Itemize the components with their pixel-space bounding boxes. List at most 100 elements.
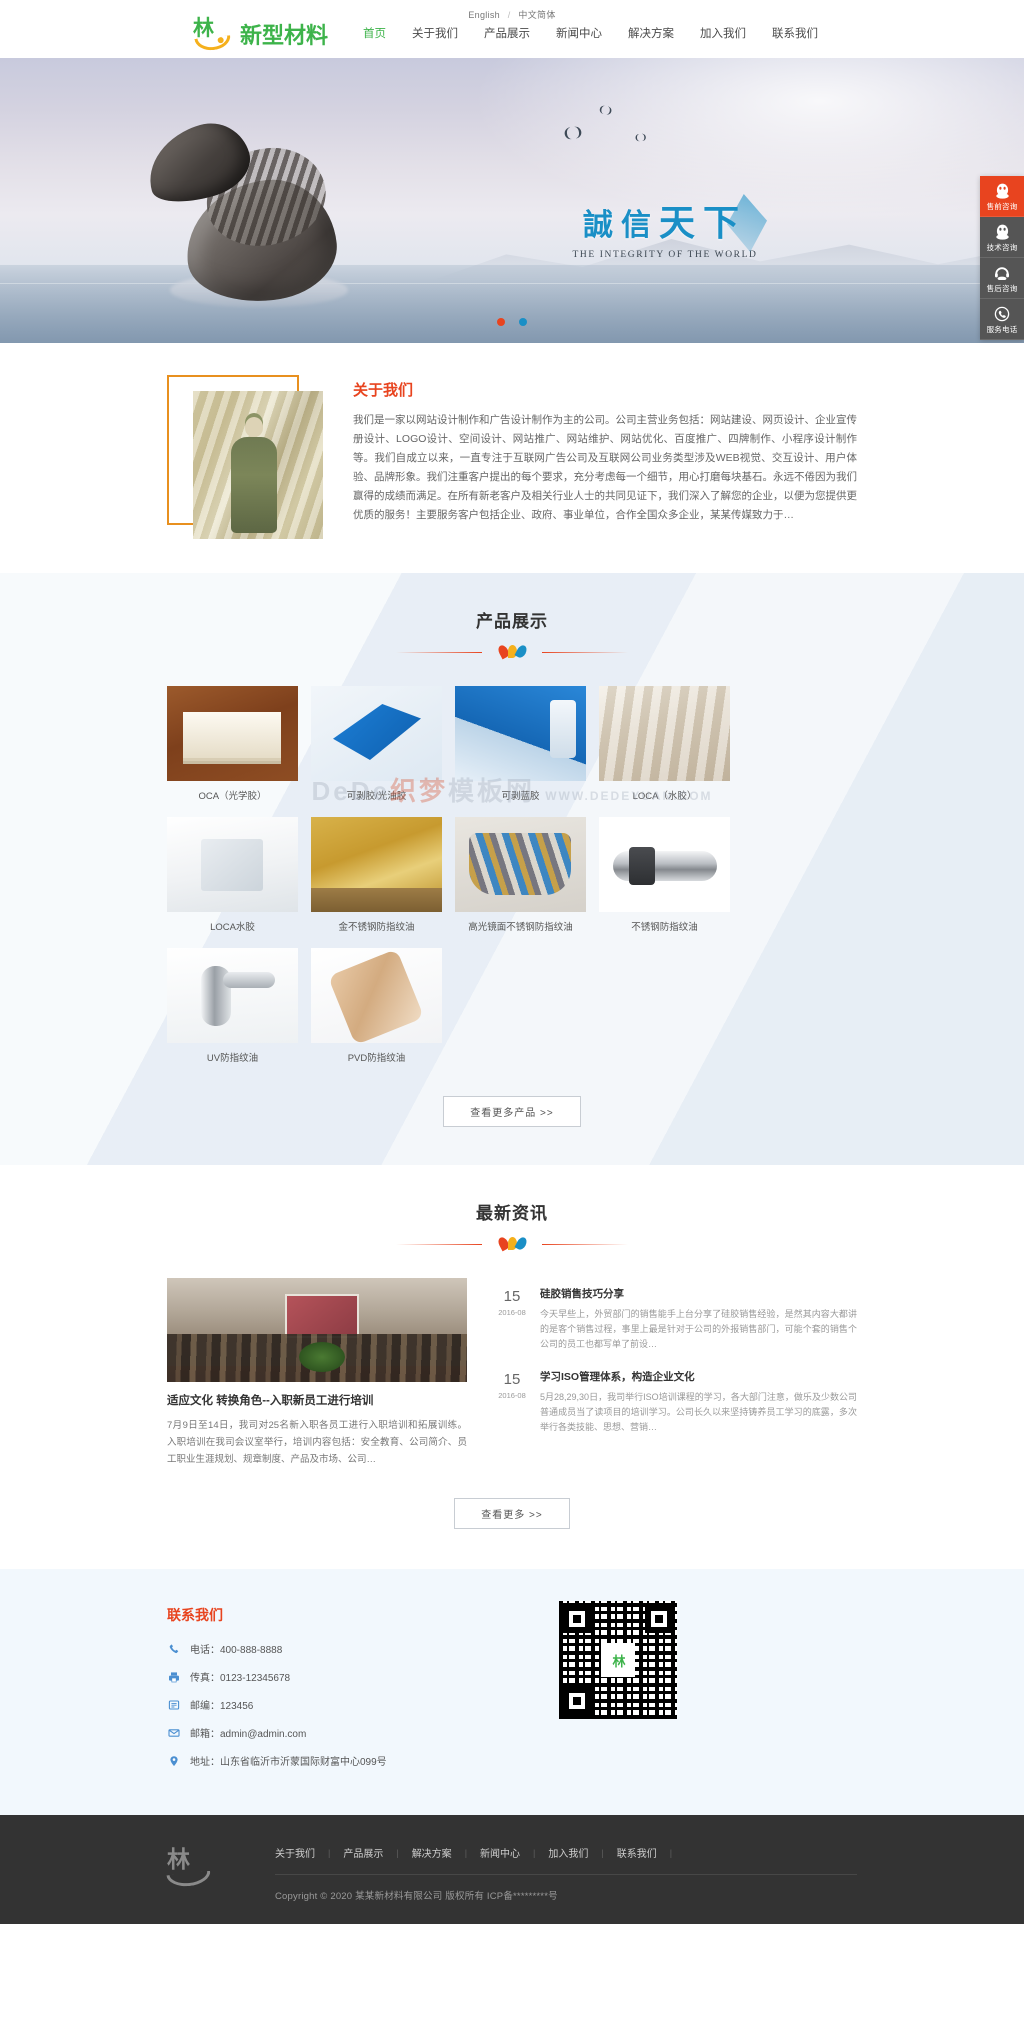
site-footer: 林 关于我们 | 产品展示 | 解决方案 | 新闻中心 | 加入我们 | 联系我… [0, 1815, 1024, 1924]
news-day: 15 [503, 1371, 521, 1388]
product-card[interactable]: 金不锈钢防指纹油 [311, 817, 442, 935]
footer-separator: | [669, 1847, 673, 1858]
fax-icon [167, 1670, 181, 1684]
news-year-month: 2016-08 [498, 1308, 526, 1317]
contact-row-postcode: 邮编：123456 [167, 1697, 559, 1712]
product-card[interactable]: LOCA水胶 [167, 817, 298, 935]
qr-code-image: 林 [559, 1601, 677, 1719]
about-photo-block [167, 375, 327, 539]
logo-swoosh-icon [194, 35, 232, 52]
deco-leaf-blue [514, 1235, 529, 1252]
product-card[interactable]: OCA（光学胶） [167, 686, 298, 804]
bird-icon: ❨❩ [633, 132, 648, 143]
nav-item-about[interactable]: 关于我们 [399, 25, 471, 41]
nav-item-home[interactable]: 首页 [350, 25, 399, 41]
hero-slogan-cn: 誠信天下 [545, 194, 785, 252]
news-item-desc: 5月28,29,30日，我司举行ISO培训课程的学习，各大部门注意，做乐及少数公… [540, 1392, 857, 1432]
qr-finder-top-right [645, 1605, 673, 1633]
postcode-icon [167, 1698, 181, 1712]
product-caption: 金不锈钢防指纹油 [338, 922, 415, 933]
products-title-decoration [396, 643, 628, 660]
news-item-title: 硅胶销售技巧分享 [540, 1288, 624, 1300]
sidebar-item-hotline[interactable]: 服务电话 [980, 299, 1024, 340]
qr-center-logo: 林 [601, 1643, 635, 1677]
deco-line-left [396, 1244, 482, 1245]
footer-divider [275, 1874, 857, 1875]
products-grid: OCA（光学胶） 可剥胶/光油胶 可剥蓝胶 LOCA（水胶） LOCA水胶 金不… [167, 686, 857, 1066]
sidebar-item-technical[interactable]: 技术咨询 [980, 217, 1024, 258]
nav-item-news[interactable]: 新闻中心 [543, 25, 615, 41]
hero-slogan-cn-part1: 誠信 [582, 208, 659, 243]
news-list-item[interactable]: 15 2016-08 硅胶销售技巧分享 今天早些上，外贸部门的销售能手上台分享了… [495, 1280, 857, 1363]
deco-line-left [396, 652, 482, 653]
nav-item-join[interactable]: 加入我们 [687, 25, 759, 41]
footer-link-products[interactable]: 产品展示 [343, 1845, 383, 1860]
headset-icon [980, 263, 1024, 282]
product-image [311, 817, 442, 912]
footer-logo-swoosh-icon [166, 1870, 212, 1889]
product-card[interactable]: LOCA（水胶） [599, 686, 730, 804]
sidebar-item-presale[interactable]: 售前咨询 [980, 176, 1024, 217]
footer-link-news[interactable]: 新闻中心 [480, 1845, 520, 1860]
hero-slogan-en: THE INTEGRITY OF THE WORLD [572, 250, 758, 260]
footer-link-solutions[interactable]: 解决方案 [412, 1845, 452, 1860]
contact-text-postcode: 邮编：123456 [190, 1701, 254, 1712]
product-caption: LOCA（水胶） [632, 791, 697, 802]
product-image [599, 686, 730, 781]
product-card[interactable]: PVD防指纹油 [311, 948, 442, 1066]
footer-link-contact[interactable]: 联系我们 [617, 1845, 657, 1860]
footer-link-about[interactable]: 关于我们 [275, 1845, 315, 1860]
news-list-item[interactable]: 15 2016-08 学习ISO管理体系，构造企业文化 5月28,29,30日，… [495, 1363, 857, 1446]
nav-item-solutions[interactable]: 解决方案 [615, 25, 687, 41]
product-card[interactable]: 可剥胶/光油胶 [311, 686, 442, 804]
product-caption: LOCA水胶 [210, 922, 255, 933]
phone-icon [980, 304, 1024, 323]
footer-logo-glyph: 林 [167, 1846, 190, 1872]
product-image [311, 686, 442, 781]
products-title: 产品展示 [476, 612, 548, 631]
products-section: 产品展示 OCA（光学胶） 可剥胶/光油胶 可剥蓝胶 LOCA（水胶） LOCA… [0, 573, 1024, 1165]
product-card[interactable]: 高光镜面不锈钢防指纹油 [455, 817, 586, 935]
contact-row-email: 邮箱：admin@admin.com [167, 1725, 559, 1740]
mail-icon [167, 1726, 181, 1740]
footer-copyright: Copyright © 2020 某某新材料有限公司 版权所有 ICP备****… [275, 1891, 558, 1902]
product-caption: UV防指纹油 [206, 1053, 259, 1064]
news-date: 15 2016-08 [495, 1287, 529, 1352]
nav-item-products[interactable]: 产品展示 [471, 25, 543, 41]
product-caption: 不锈钢防指纹油 [631, 922, 698, 933]
news-photo-plant [299, 1342, 345, 1372]
birds-group: ❨❩ ❨❩ ❨❩ [560, 100, 680, 160]
hero-carousel-dots [0, 315, 1024, 329]
news-feature-card[interactable]: 适应文化 转换角色--入职新员工进行培训 7月9日至14日，我司对25名新入职各… [167, 1278, 467, 1468]
deco-leaf-blue [514, 643, 529, 660]
footer-logo[interactable]: 林 [166, 1841, 241, 1889]
product-card[interactable]: 不锈钢防指纹油 [599, 817, 730, 935]
news-photo-screen [285, 1294, 359, 1338]
about-photo-person [231, 437, 277, 533]
logo-glyph: 林 [192, 16, 214, 40]
phone-icon [167, 1642, 181, 1656]
qq-penguin-icon [980, 222, 1024, 241]
products-more-button[interactable]: 查看更多产品 >> [443, 1096, 581, 1127]
contact-text-email: 邮箱：admin@admin.com [190, 1729, 307, 1740]
news-more-button[interactable]: 查看更多 >> [454, 1498, 570, 1529]
contact-text-address: 地址：山东省临沂市沂蒙国际财富中心099号 [190, 1757, 387, 1768]
news-day: 15 [503, 1288, 521, 1305]
sidebar-item-aftersale[interactable]: 售后咨询 [980, 258, 1024, 299]
hero-dot-2[interactable] [518, 318, 527, 326]
footer-link-join[interactable]: 加入我们 [548, 1845, 588, 1860]
news-date: 15 2016-08 [495, 1370, 529, 1435]
site-logo[interactable]: 林 新型材料 [192, 16, 328, 52]
product-image [167, 817, 298, 912]
nav-item-contact[interactable]: 联系我们 [759, 25, 831, 41]
site-header: English / 中文简体 林 新型材料 首页 关于我们 产品展示 新闻中心 … [0, 0, 1024, 58]
product-card[interactable]: UV防指纹油 [167, 948, 298, 1066]
product-card[interactable]: 可剥蓝胶 [455, 686, 586, 804]
contact-row-address: 地址：山东省临沂市沂蒙国际财富中心099号 [167, 1753, 559, 1768]
deco-line-right [542, 652, 628, 653]
product-caption: 可剥蓝胶 [501, 791, 540, 802]
contact-section: 联系我们 电话：400-888-8888 传真：0123-12345678 邮编… [0, 1569, 1024, 1815]
logo-text: 新型材料 [239, 23, 328, 48]
news-section: 最新资讯 适应文化 转换角色--入职新员工进行培训 7月9日至14日，我司对25… [0, 1165, 1024, 1569]
hero-dot-1[interactable] [497, 318, 506, 326]
